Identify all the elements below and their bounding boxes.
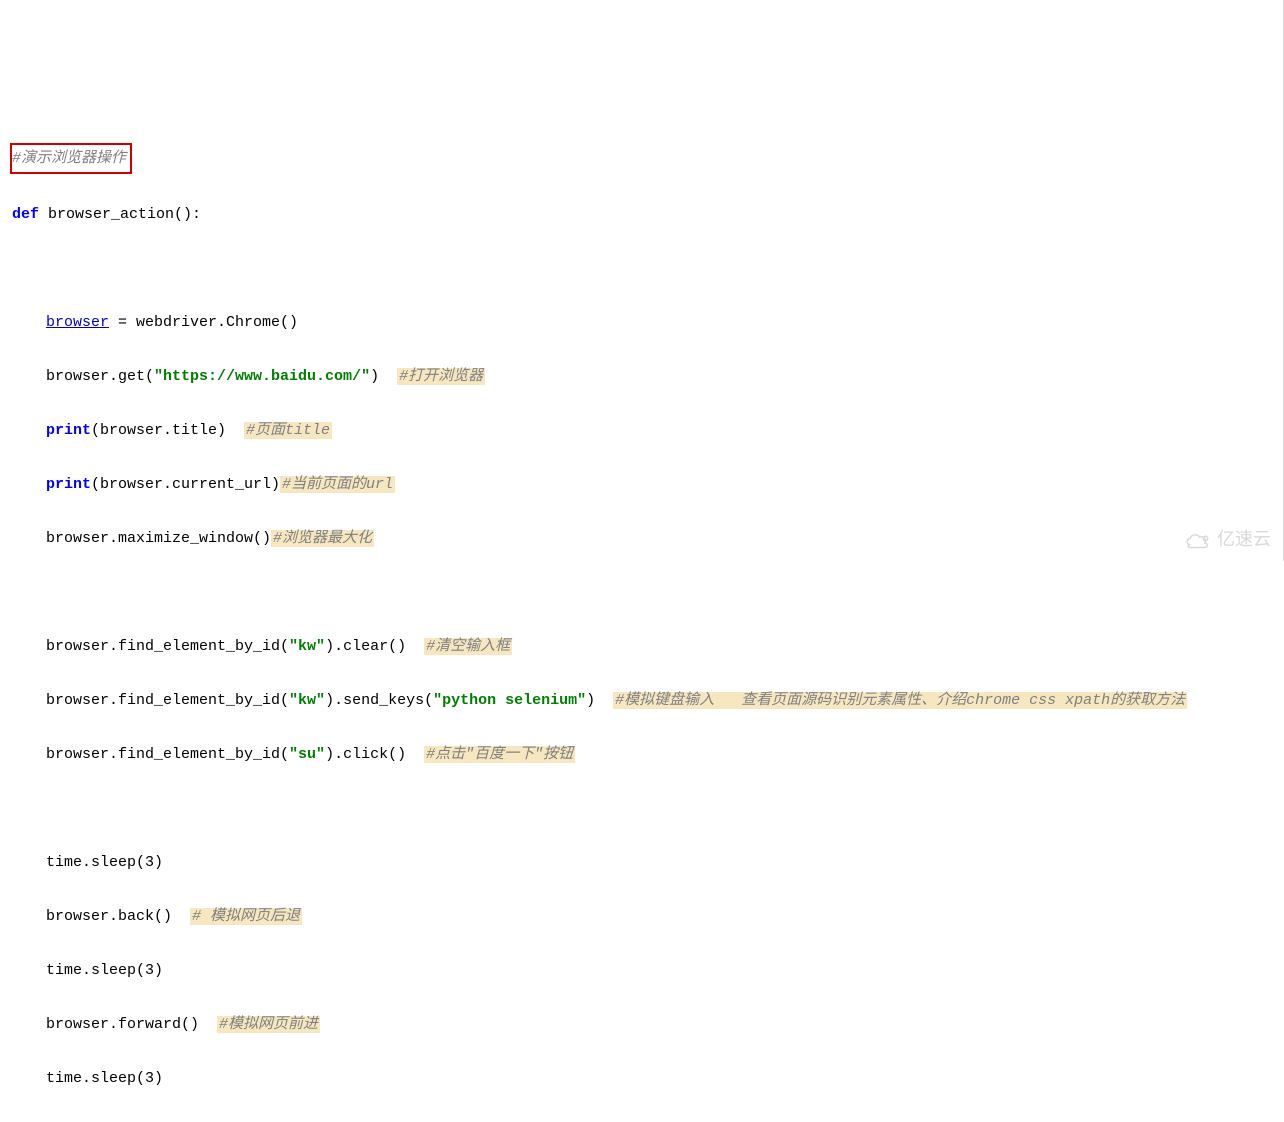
comment-demo: #演示浏览器操作: [12, 150, 126, 167]
string-su: "su": [289, 746, 325, 763]
code-text: (browser.title): [91, 422, 244, 439]
code-text: browser.back(): [46, 908, 190, 925]
string-kw: "kw": [289, 638, 325, 655]
comment-send-keys: #模拟键盘输入 查看页面源码识别元素属性、介绍chrome css xpath的…: [613, 692, 1187, 709]
comment-back: # 模拟网页后退: [190, 908, 302, 925]
code-text: ): [370, 368, 397, 385]
comment-title: #页面title: [244, 422, 332, 439]
code-text: browser.forward(): [46, 1016, 217, 1033]
code-text: ).clear(): [325, 638, 424, 655]
code-text: ).send_keys(: [325, 692, 433, 709]
comment-click: #点击"百度一下"按钮: [424, 746, 575, 763]
cloud-icon: [1183, 530, 1213, 550]
comment-forward: #模拟网页前进: [217, 1016, 320, 1033]
code-text: ).click(): [325, 746, 424, 763]
highlighted-comment-box: #演示浏览器操作: [10, 143, 132, 174]
code-text: browser.find_element_by_id(: [46, 746, 289, 763]
code-text: browser.find_element_by_id(: [46, 692, 289, 709]
comment-maximize: #浏览器最大化: [271, 530, 374, 547]
code-text: time.sleep(3): [46, 962, 163, 979]
code-text: time.sleep(3): [46, 1070, 163, 1087]
code-text: browser.find_element_by_id(: [46, 638, 289, 655]
keyword-print: print: [46, 476, 91, 493]
comment-clear: #清空输入框: [424, 638, 512, 655]
code-text: = webdriver.Chrome(): [109, 314, 298, 331]
keyword-def: def: [12, 206, 39, 223]
comment-url: #当前页面的url: [280, 476, 395, 493]
func-name: browser_action():: [39, 206, 201, 223]
code-text: (browser.current_url): [91, 476, 280, 493]
code-text: browser.maximize_window(): [46, 530, 271, 547]
code-text: ): [586, 692, 613, 709]
string-url: "https://www.baidu.com/": [154, 368, 370, 385]
watermark: 亿速云: [1183, 526, 1271, 553]
code-text: browser.get(: [46, 368, 154, 385]
comment-open-browser: #打开浏览器: [397, 368, 485, 385]
browser-link[interactable]: browser: [46, 314, 109, 331]
string-kw: "kw": [289, 692, 325, 709]
keyword-print: print: [46, 422, 91, 439]
string-python-selenium: "python selenium": [433, 692, 586, 709]
watermark-text: 亿速云: [1217, 526, 1271, 553]
code-editor[interactable]: #演示浏览器操作 def browser_action(): browser =…: [12, 116, 1283, 1122]
code-text: time.sleep(3): [46, 854, 163, 871]
